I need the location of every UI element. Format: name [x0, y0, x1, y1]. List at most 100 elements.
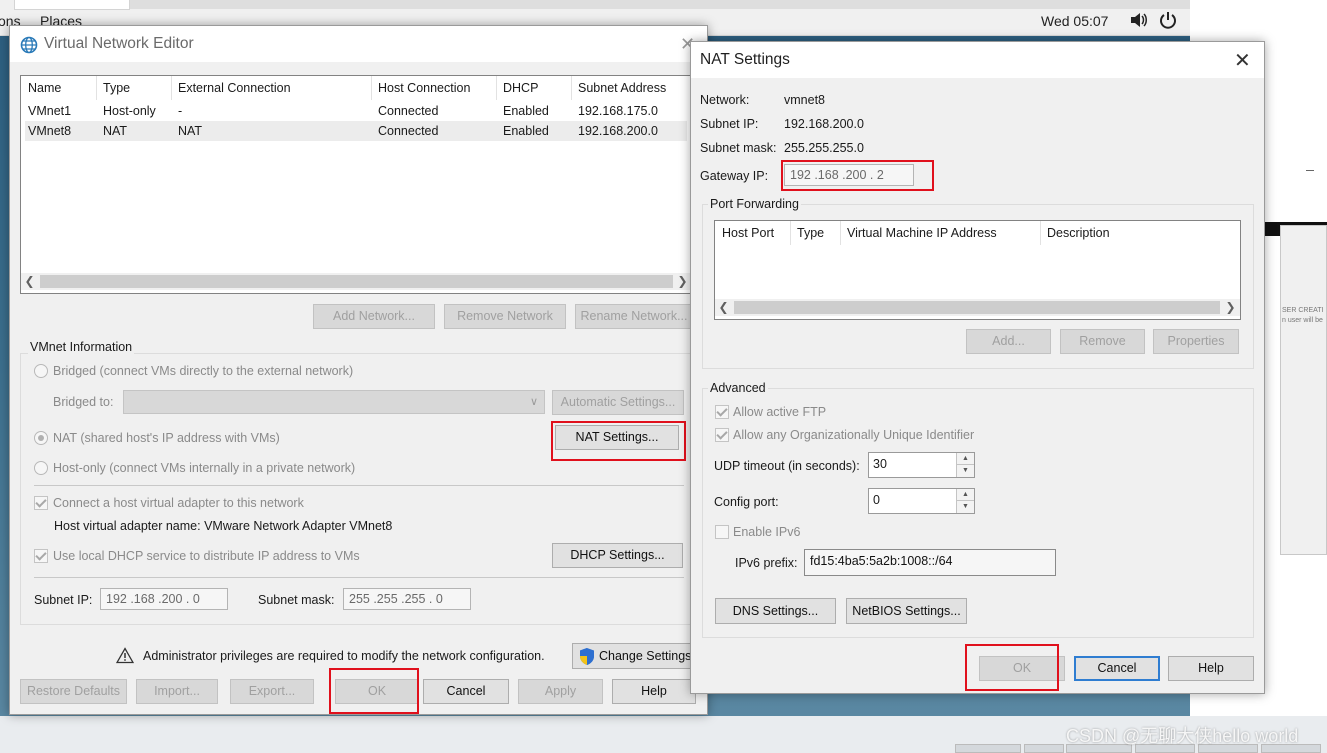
allow-oui-checkbox[interactable] — [715, 428, 729, 442]
network-list[interactable]: Name Type External Connection Host Conne… — [20, 75, 692, 294]
udp-timeout-stepper[interactable]: 30 ▲ ▼ — [868, 452, 975, 478]
use-dhcp-label[interactable]: Use local DHCP service to distribute IP … — [53, 549, 360, 563]
nat-radio[interactable] — [34, 431, 48, 445]
highlight-nat-ok — [965, 644, 1059, 691]
column-header-subnet[interactable]: Subnet Address — [572, 76, 691, 100]
export-button[interactable]: Export... — [230, 679, 314, 704]
column-header-name[interactable]: Name — [22, 76, 97, 100]
subnet-ip-label: Subnet IP: — [34, 593, 93, 607]
host-only-radio[interactable] — [34, 461, 48, 475]
uac-shield-icon — [580, 648, 594, 665]
scroll-thumb[interactable] — [734, 301, 1220, 314]
column-header-host-port[interactable]: Host Port — [716, 221, 791, 245]
use-dhcp-checkbox[interactable] — [34, 549, 48, 563]
warning-icon — [116, 647, 134, 664]
network-value: vmnet8 — [784, 93, 825, 107]
nat-subnet-mask-label: Subnet mask: — [700, 141, 777, 155]
nat-close-icon[interactable]: ✕ — [1234, 51, 1251, 71]
cell-subnet: 192.168.200.0 — [578, 124, 658, 138]
cell-subnet: 192.168.175.0 — [578, 104, 658, 118]
port-forwarding-list[interactable]: Host Port Type Virtual Machine IP Addres… — [714, 220, 1241, 320]
cell-name: VMnet1 — [28, 104, 72, 118]
cell-dhcp: Enabled — [503, 124, 549, 138]
cell-name: VMnet8 — [28, 124, 72, 138]
import-button[interactable]: Import... — [136, 679, 218, 704]
port-forwarding-scrollbar[interactable]: ❮ ❯ — [715, 299, 1240, 316]
spin-up-icon[interactable]: ▲ — [956, 489, 974, 501]
column-header-type[interactable]: Type — [97, 76, 172, 100]
enable-ipv6-label[interactable]: Enable IPv6 — [733, 525, 800, 539]
nat-label[interactable]: NAT (shared host's IP address with VMs) — [53, 431, 280, 445]
column-header-host[interactable]: Host Connection — [372, 76, 497, 100]
dns-settings-button[interactable]: DNS Settings... — [715, 598, 836, 624]
background-dialog: SER CREATI n user will be — [1265, 180, 1327, 580]
allow-ftp-label[interactable]: Allow active FTP — [733, 405, 826, 419]
config-port-stepper[interactable]: 0 ▲ ▼ — [868, 488, 975, 514]
background-dialog-text: SER CREATI n user will be — [1282, 307, 1324, 324]
connect-adapter-checkbox[interactable] — [34, 496, 48, 510]
nat-subnet-ip-value: 192.168.200.0 — [784, 117, 864, 131]
allow-ftp-checkbox[interactable] — [715, 405, 729, 419]
adapter-name-label: Host virtual adapter name: VMware Networ… — [54, 519, 393, 533]
column-header-pf-type[interactable]: Type — [791, 221, 841, 245]
network-list-scrollbar[interactable]: ❮ ❯ — [21, 273, 691, 290]
scroll-left-icon[interactable]: ❮ — [21, 273, 38, 290]
automatic-settings-button[interactable]: Automatic Settings... — [552, 390, 684, 415]
apply-button[interactable]: Apply — [518, 679, 603, 704]
bridged-to-select[interactable]: ∨ — [123, 390, 545, 414]
spin-up-icon[interactable]: ▲ — [956, 453, 974, 465]
cell-external: NAT — [178, 124, 203, 138]
rename-network-button[interactable]: Rename Network... — [575, 304, 693, 329]
browser-tab[interactable] — [14, 0, 130, 10]
bridged-label[interactable]: Bridged (connect VMs directly to the ext… — [53, 364, 353, 378]
spin-down-icon[interactable]: ▼ — [956, 465, 974, 477]
background-dialog-inner — [1280, 225, 1327, 555]
cell-type: NAT — [103, 124, 128, 138]
host-only-label[interactable]: Host-only (connect VMs internally in a p… — [53, 461, 355, 475]
power-icon[interactable] — [1158, 10, 1178, 30]
divider — [34, 577, 684, 578]
nat-settings-dialog: NAT Settings ✕ Network: vmnet8 Subnet IP… — [690, 41, 1265, 694]
scroll-thumb[interactable] — [40, 275, 673, 288]
nat-titlebar: NAT Settings ✕ — [691, 42, 1264, 78]
scroll-right-icon[interactable]: ❯ — [1222, 299, 1239, 316]
clock[interactable]: Wed 05:07 — [1041, 13, 1108, 29]
scroll-right-icon[interactable]: ❯ — [674, 273, 691, 290]
column-header-vm-ip[interactable]: Virtual Machine IP Address — [841, 221, 1041, 245]
bridged-to-label: Bridged to: — [53, 395, 114, 409]
pf-properties-button[interactable]: Properties — [1153, 329, 1239, 354]
allow-oui-label[interactable]: Allow any Organizationally Unique Identi… — [733, 428, 974, 442]
column-header-description[interactable]: Description — [1041, 221, 1240, 245]
connect-adapter-label[interactable]: Connect a host virtual adapter to this n… — [53, 496, 304, 510]
add-network-button[interactable]: Add Network... — [313, 304, 435, 329]
nat-cancel-button[interactable]: Cancel — [1074, 656, 1160, 681]
vne-title: Virtual Network Editor — [44, 35, 194, 52]
ipv6-prefix-field[interactable]: fd15:4ba5:5a2b:1008::/64 — [804, 549, 1056, 576]
column-header-dhcp[interactable]: DHCP — [497, 76, 572, 100]
pf-add-button[interactable]: Add... — [966, 329, 1051, 354]
scroll-left-icon[interactable]: ❮ — [715, 299, 732, 316]
enable-ipv6-checkbox[interactable] — [715, 525, 729, 539]
nat-help-button[interactable]: Help — [1168, 656, 1254, 681]
cell-external: - — [178, 104, 183, 118]
change-settings-button[interactable]: Change Settings — [572, 643, 693, 669]
restore-defaults-button[interactable]: Restore Defaults — [20, 679, 127, 704]
netbios-settings-button[interactable]: NetBIOS Settings... — [846, 598, 967, 624]
minimize-dash — [1306, 170, 1314, 171]
taskbar-button[interactable] — [955, 744, 1021, 753]
dhcp-settings-button[interactable]: DHCP Settings... — [552, 543, 683, 568]
cancel-button[interactable]: Cancel — [423, 679, 509, 704]
column-header-external[interactable]: External Connection — [172, 76, 372, 100]
pf-remove-button[interactable]: Remove — [1060, 329, 1145, 354]
highlight-gateway-ip — [781, 160, 934, 191]
subnet-ip-field[interactable]: 192 .168 .200 . 0 — [100, 588, 228, 610]
advanced-label: Advanced — [708, 381, 768, 395]
bridged-radio[interactable] — [34, 364, 48, 378]
udp-timeout-label: UDP timeout (in seconds): — [714, 459, 860, 473]
subnet-mask-field[interactable]: 255 .255 .255 . 0 — [343, 588, 471, 610]
remove-network-button[interactable]: Remove Network — [444, 304, 566, 329]
spin-down-icon[interactable]: ▼ — [956, 501, 974, 513]
taskbar-button[interactable] — [1024, 744, 1064, 753]
volume-icon[interactable] — [1128, 10, 1148, 30]
help-button[interactable]: Help — [612, 679, 696, 704]
